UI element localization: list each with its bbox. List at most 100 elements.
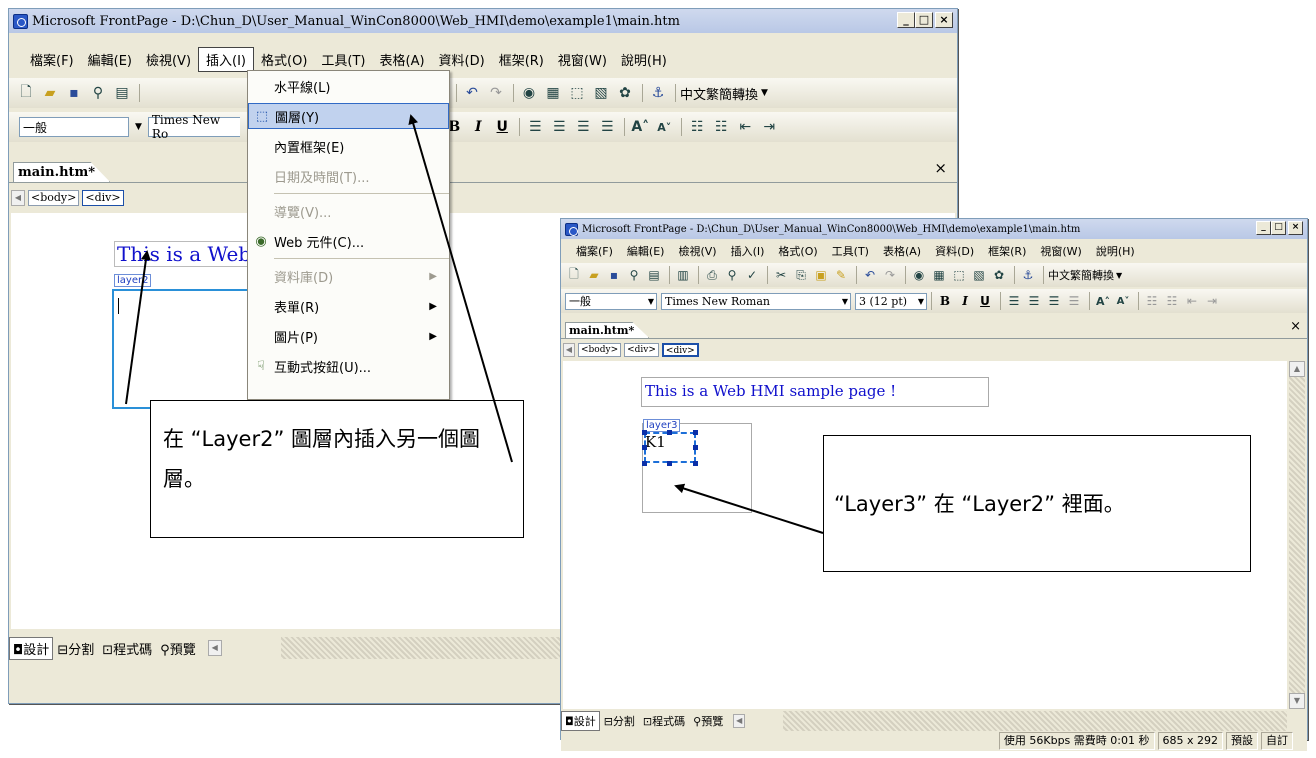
chinese-convert-button[interactable]: 中文繁簡轉換 <box>680 84 758 103</box>
tag-div-selected[interactable]: <div> <box>661 343 699 357</box>
insert-layer-icon[interactable]: ⬚ <box>950 265 968 285</box>
bulleted-list-icon[interactable]: ☷ <box>1163 291 1181 311</box>
hscroll-track[interactable] <box>783 711 1287 731</box>
menu-item[interactable]: 表格(A) <box>876 241 928 261</box>
minimize-button[interactable]: _ <box>1256 221 1271 235</box>
insert-menu-item[interactable]: 表單(R) ▶ <box>248 291 449 321</box>
maximize-button[interactable]: □ <box>915 12 933 28</box>
insert-table-icon[interactable]: ▦ <box>542 83 564 103</box>
paste-icon[interactable]: ▣ <box>812 265 830 285</box>
menu-item[interactable]: 檢視(V) <box>671 241 723 261</box>
bookmark-anchor-icon[interactable]: ⚓ <box>1019 265 1037 285</box>
menu-item[interactable]: 資料(D) <box>928 241 981 261</box>
tag-body[interactable]: <body> <box>28 190 80 206</box>
decrease-indent-icon[interactable]: ⇤ <box>734 117 756 137</box>
open-folder-icon[interactable]: ▰ <box>585 265 603 285</box>
numbered-list-icon[interactable]: ☷ <box>686 117 708 137</box>
tab-preview[interactable]: ⚲預覽 <box>156 637 200 660</box>
menu-item[interactable]: 格式(O) <box>771 241 824 261</box>
increase-font-icon[interactable]: A˄ <box>629 117 651 137</box>
italic-button[interactable]: I <box>956 291 974 311</box>
justify-icon[interactable]: ☰ <box>596 117 618 137</box>
style-combo[interactable]: 一般 ▼ <box>565 292 657 310</box>
resize-handle[interactable] <box>667 461 672 466</box>
doctype-mode[interactable]: 預設 <box>1226 732 1258 750</box>
style-dropdown-icon[interactable]: ▼ <box>135 122 142 132</box>
web-view-icon[interactable]: ▥ <box>674 265 692 285</box>
chevron-down-icon[interactable]: ▼ <box>1116 271 1122 280</box>
insert-picture-icon[interactable]: ▧ <box>590 83 612 103</box>
bookmark-anchor-icon[interactable]: ⚓ <box>647 83 669 103</box>
format-painter-icon[interactable]: ✎ <box>832 265 850 285</box>
menu-item[interactable]: 表格(A) <box>373 48 432 71</box>
vertical-scrollbar[interactable]: ▲ ▼ <box>1289 361 1305 709</box>
search-icon[interactable]: ⚲ <box>625 265 643 285</box>
chevron-down-icon[interactable]: ▼ <box>648 297 654 306</box>
insert-menu-item[interactable]: 內置框架(E) <box>248 131 449 161</box>
resize-handle[interactable] <box>667 430 672 435</box>
close-button[interactable]: × <box>935 12 953 28</box>
size-combo[interactable]: 3 (12 pt) ▼ <box>855 292 927 310</box>
menu-item[interactable]: 工具(T) <box>825 241 876 261</box>
hscroll-left-icon[interactable]: ◀ <box>733 714 746 728</box>
align-center-icon[interactable]: ☰ <box>548 117 570 137</box>
layer2-box[interactable] <box>112 289 258 409</box>
bold-button[interactable]: B <box>936 291 954 311</box>
open-folder-icon[interactable]: ▰ <box>39 83 61 103</box>
layer-label[interactable]: layer2 <box>114 274 152 287</box>
save-icon[interactable]: ▪ <box>605 265 623 285</box>
undo-icon[interactable]: ↶ <box>461 83 483 103</box>
menu-item[interactable]: 框架(R) <box>981 241 1033 261</box>
chevron-down-icon[interactable]: ▼ <box>918 297 924 306</box>
cut-icon[interactable]: ✂ <box>772 265 790 285</box>
menu-item[interactable]: 編輯(E) <box>620 241 672 261</box>
resize-handle[interactable] <box>642 445 647 450</box>
new-page-icon[interactable]: 🗋 <box>15 83 37 103</box>
insert-menu-item[interactable]: ☟ 互動式按鈕(U)... <box>248 351 449 381</box>
publish-icon[interactable]: ▤ <box>111 83 133 103</box>
tab-split[interactable]: ⊟分割 <box>600 711 639 731</box>
tab-code[interactable]: ⊡程式碼 <box>98 637 156 660</box>
numbered-list-icon[interactable]: ☷ <box>1143 291 1161 311</box>
search-icon[interactable]: ⚲ <box>87 83 109 103</box>
menu-item[interactable]: 框架(R) <box>492 48 551 71</box>
font-combo[interactable]: Times New Ro <box>147 113 240 141</box>
new-page-icon[interactable]: 🗋 <box>565 265 583 285</box>
insert-layer-icon[interactable]: ⬚ <box>566 83 588 103</box>
insert-table-icon[interactable]: ▦ <box>930 265 948 285</box>
scroll-up-icon[interactable]: ▲ <box>1289 361 1305 377</box>
save-icon[interactable]: ▪ <box>63 83 85 103</box>
increase-indent-icon[interactable]: ⇥ <box>758 117 780 137</box>
tab-design[interactable]: ◘設計 <box>561 711 600 731</box>
scroll-down-icon[interactable]: ▼ <box>1289 693 1305 709</box>
align-left-icon[interactable]: ☰ <box>524 117 546 137</box>
insert-menu-item[interactable]: 水平線(L) <box>248 71 449 101</box>
menu-item[interactable]: 資料(D) <box>432 48 492 71</box>
tab-main-htm[interactable]: main.htm* <box>13 162 111 182</box>
resize-handle[interactable] <box>693 445 698 450</box>
menu-item[interactable]: 檢視(V) <box>139 48 198 71</box>
undo-icon[interactable]: ↶ <box>861 265 879 285</box>
menu-item[interactable]: 插入(I) <box>724 241 772 261</box>
menu-item[interactable]: 視窗(W) <box>1033 241 1088 261</box>
tab-preview[interactable]: ⚲預覽 <box>689 711 727 731</box>
scroll-left-icon[interactable]: ◀ <box>11 190 25 206</box>
minimize-button[interactable]: _ <box>897 12 915 28</box>
tab-main-htm[interactable]: main.htm* <box>565 322 650 338</box>
tab-split[interactable]: ⊟分割 <box>53 637 98 660</box>
menu-item[interactable]: 檔案(F) <box>23 48 81 71</box>
insert-picture-icon[interactable]: ▧ <box>970 265 988 285</box>
justify-icon[interactable]: ☰ <box>1065 291 1083 311</box>
publish-icon[interactable]: ▤ <box>645 265 663 285</box>
menu-item[interactable]: 編輯(E) <box>81 48 139 71</box>
chevron-down-icon[interactable]: ▼ <box>761 88 768 98</box>
decrease-font-icon[interactable]: A˅ <box>1114 291 1132 311</box>
menu-item[interactable]: 視窗(W) <box>551 48 614 71</box>
tag-div[interactable]: <div> <box>82 190 124 206</box>
insert-menu-item[interactable]: ⬚ 圖層(Y) <box>248 103 449 129</box>
layer-label[interactable]: layer3 <box>643 419 681 432</box>
insert-menu-item[interactable]: 圖片(P) ▶ <box>248 321 449 351</box>
align-left-icon[interactable]: ☰ <box>1005 291 1023 311</box>
copy-icon[interactable]: ⎘ <box>792 265 810 285</box>
spelling-icon[interactable]: ✓ <box>743 265 761 285</box>
